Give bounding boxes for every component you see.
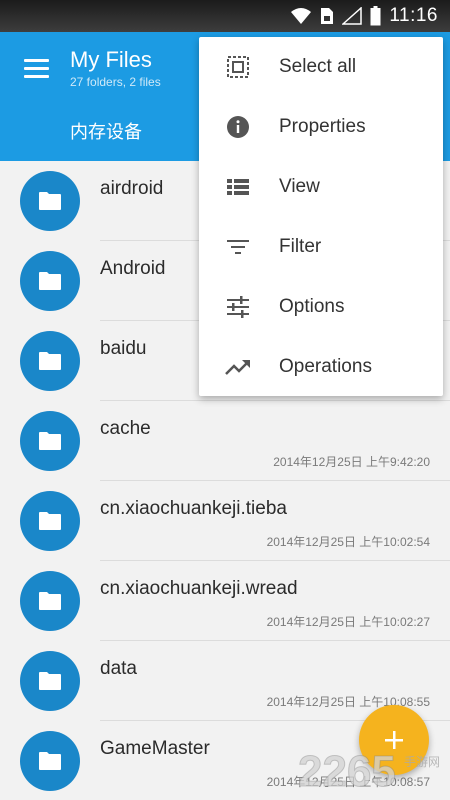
- folder-icon: [20, 411, 80, 471]
- wifi-icon: [291, 8, 312, 24]
- list-item[interactable]: cn.xiaochuankeji.wread 2014年12月25日 上午10:…: [0, 561, 450, 641]
- page-subtitle: 27 folders, 2 files: [70, 75, 161, 89]
- menu-item-properties[interactable]: Properties: [199, 97, 443, 157]
- file-name: cn.xiaochuankeji.tieba: [100, 498, 287, 519]
- folder-icon: [20, 731, 80, 791]
- info-icon: [225, 115, 251, 139]
- file-date: 2014年12月25日 上午9:42:20: [273, 455, 430, 469]
- status-icons: 11:16: [290, 5, 438, 27]
- folder-icon: [20, 171, 80, 231]
- folder-icon: [20, 251, 80, 311]
- folder-icon: [20, 491, 80, 551]
- menu-item-label: View: [279, 176, 320, 197]
- file-name: cn.xiaochuankeji.wread: [100, 578, 298, 599]
- folder-icon: [20, 331, 80, 391]
- trending-icon: [225, 355, 251, 379]
- folder-icon: [20, 651, 80, 711]
- menu-item-operations[interactable]: Operations: [199, 337, 443, 397]
- folder-icon: [20, 571, 80, 631]
- menu-item-label: Properties: [279, 116, 366, 137]
- battery-icon: [370, 6, 381, 26]
- tune-icon: [225, 295, 251, 319]
- file-name: Android: [100, 258, 166, 279]
- status-time: 11:16: [389, 5, 438, 26]
- menu-item-filter[interactable]: Filter: [199, 217, 443, 277]
- signal-icon: [342, 7, 363, 25]
- list-view-icon: [225, 175, 251, 199]
- menu-item-label: Operations: [279, 356, 372, 377]
- file-date: 2014年12月25日 上午10:02:27: [266, 615, 430, 629]
- menu-item-label: Filter: [279, 236, 322, 257]
- menu-item-select-all[interactable]: Select all: [199, 37, 443, 97]
- file-name: GameMaster: [100, 738, 210, 759]
- svg-text:手游网: 手游网: [404, 755, 440, 769]
- sim-card-icon: [321, 8, 334, 24]
- file-date: 2014年12月25日 上午10:02:54: [266, 535, 430, 549]
- svg-text:2265: 2265: [298, 747, 396, 796]
- hamburger-menu-icon[interactable]: [14, 50, 58, 86]
- overflow-menu: Select all Properties View Filter Option…: [199, 37, 443, 396]
- storage-tab[interactable]: 内存设备: [70, 118, 142, 144]
- status-bar: 11:16: [0, 0, 450, 32]
- page-title: My Files: [70, 47, 152, 72]
- file-name: data: [100, 658, 137, 679]
- filter-icon: [225, 235, 251, 259]
- file-name: baidu: [100, 338, 147, 359]
- list-item[interactable]: cache 2014年12月25日 上午9:42:20: [0, 401, 450, 481]
- menu-item-label: Options: [279, 296, 345, 317]
- file-name: airdroid: [100, 178, 164, 199]
- menu-item-view[interactable]: View: [199, 157, 443, 217]
- file-name: cache: [100, 418, 151, 439]
- select-all-icon: [225, 55, 251, 79]
- menu-item-label: Select all: [279, 56, 357, 77]
- watermark-logo: 2265 手游网: [296, 740, 446, 797]
- list-item[interactable]: cn.xiaochuankeji.tieba 2014年12月25日 上午10:…: [0, 481, 450, 561]
- menu-item-options[interactable]: Options: [199, 277, 443, 337]
